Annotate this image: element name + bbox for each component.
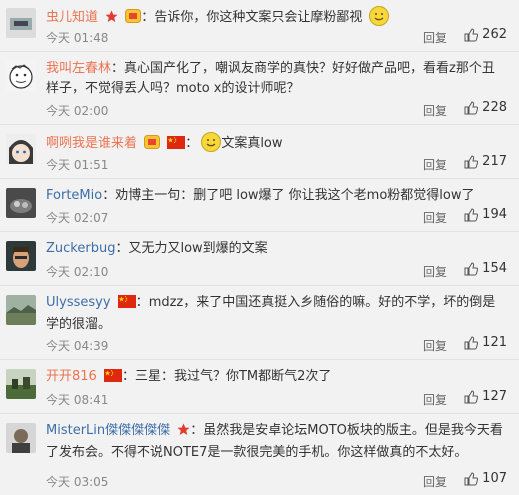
like-button[interactable]: 107: [464, 471, 507, 486]
avatar[interactable]: [6, 134, 36, 164]
comment-item: ForteMio：劝博主一句：删了吧 low爆了 你让我这个老mo粉都觉得low…: [0, 180, 519, 232]
reply-button[interactable]: 回复: [423, 473, 447, 490]
china-flag-icon: [103, 369, 122, 389]
avatar[interactable]: [6, 295, 36, 325]
like-button[interactable]: 262: [464, 27, 507, 42]
comment-item: 虫儿知道 ：告诉你，你这种文案只会让摩粉鄙视 今天 01:48 回复 262: [0, 0, 519, 52]
like-button[interactable]: 217: [464, 154, 507, 169]
comment-list: 虫儿知道 ：告诉你，你这种文案只会让摩粉鄙视 今天 01:48 回复 262 我…: [0, 0, 519, 495]
avatar[interactable]: [6, 423, 36, 453]
thumbs-up-icon: [464, 389, 479, 404]
username-link[interactable]: MisterLin傑傑傑傑傑: [46, 423, 170, 438]
like-count: 107: [482, 471, 507, 486]
username-link[interactable]: 我叫左春林: [46, 61, 111, 76]
vip-badge-icon: [125, 9, 142, 30]
like-count: 154: [482, 261, 507, 276]
china-flag-icon: [167, 136, 186, 156]
username-link[interactable]: Zuckerbug: [46, 241, 115, 256]
comment-time: 今天 03:05: [46, 475, 109, 489]
comment-time: 今天 08:41: [46, 393, 109, 407]
comment-time: 今天 02:00: [46, 104, 109, 118]
reply-button[interactable]: 回复: [423, 209, 447, 226]
comment-text: 又无力又low到爆的文案: [128, 241, 268, 256]
avatar[interactable]: [6, 369, 36, 399]
like-count: 217: [482, 154, 507, 169]
thumbs-up-icon: [464, 207, 479, 222]
username-link[interactable]: 啊咧我是谁来着: [46, 136, 137, 151]
like-button[interactable]: 121: [464, 335, 507, 350]
like-button[interactable]: 127: [464, 389, 507, 404]
like-count: 121: [482, 335, 507, 350]
reply-button[interactable]: 回复: [423, 391, 447, 408]
avatar[interactable]: [6, 241, 36, 271]
reply-button[interactable]: 回复: [423, 29, 447, 46]
username-link[interactable]: 开开816: [46, 369, 97, 384]
avatar[interactable]: [6, 61, 36, 91]
smile-emoji-icon: [201, 132, 222, 159]
like-count: 262: [482, 27, 507, 42]
star-badge-icon: [105, 10, 118, 30]
thumbs-up-icon: [464, 100, 479, 115]
star-badge-icon: [177, 423, 190, 443]
username-link[interactable]: 虫儿知道: [46, 10, 98, 25]
username-link[interactable]: Ulyssesyy: [46, 295, 111, 310]
comment-time: 今天 04:39: [46, 339, 109, 353]
reply-button[interactable]: 回复: [423, 156, 447, 173]
comment-item: MisterLin傑傑傑傑傑 ：虽然我是安卓论坛MOTO板块的版主。但是我今天看…: [0, 415, 519, 495]
comment-item: 开开816 ：三星：我过气？你TM都断气2次了 今天 08:41 回复 127: [0, 361, 519, 414]
reply-button[interactable]: 回复: [423, 263, 447, 280]
reply-button[interactable]: 回复: [423, 102, 447, 119]
thumbs-up-icon: [464, 471, 479, 486]
comment-text: 三星：我过气？你TM都断气2次了: [134, 369, 332, 384]
thumbs-up-icon: [464, 335, 479, 350]
comment-text: 劝博主一句：删了吧 low爆了 你让我这个老mo粉都觉得low了: [115, 188, 475, 203]
like-button[interactable]: 194: [464, 207, 507, 222]
vip-badge-icon: [144, 135, 161, 156]
like-button[interactable]: 154: [464, 261, 507, 276]
comment-item: Zuckerbug：又无力又low到爆的文案 今天 02:10 回复 154: [0, 233, 519, 286]
like-count: 228: [482, 100, 507, 115]
comment-time: 今天 02:07: [46, 211, 109, 225]
comment-text: mdzz，来了中国还真挺入乡随俗的嘛。好的不学，坏的倒是学的很溜。: [46, 295, 496, 332]
comment-item: 我叫左春林：真心国产化了，嘲讽友商学的真快？好好做产品吧，看看z那个丑样子，不觉…: [0, 53, 519, 125]
thumbs-up-icon: [464, 261, 479, 276]
reply-button[interactable]: 回复: [423, 337, 447, 354]
comment-item: Ulyssesyy ：mdzz，来了中国还真挺入乡随俗的嘛。好的不学，坏的倒是学…: [0, 287, 519, 360]
like-count: 127: [482, 389, 507, 404]
thumbs-up-icon: [464, 27, 479, 42]
like-count: 194: [482, 207, 507, 222]
avatar[interactable]: [6, 188, 36, 218]
avatar[interactable]: [6, 8, 36, 38]
comment-time: 今天 01:51: [46, 158, 109, 172]
comment-time: 今天 01:48: [46, 31, 109, 45]
china-flag-icon: [117, 295, 136, 315]
comment-time: 今天 02:10: [46, 265, 109, 279]
thumbs-up-icon: [464, 154, 479, 169]
comment-item: 啊咧我是谁来着 ：文案真low 今天 01:51 回复 217: [0, 126, 519, 179]
like-button[interactable]: 228: [464, 100, 507, 115]
comment-text: 告诉你，你这种文案只会让摩粉鄙视: [154, 10, 363, 25]
username-link[interactable]: ForteMio: [46, 188, 102, 203]
comment-text: 文案真low: [221, 136, 283, 151]
